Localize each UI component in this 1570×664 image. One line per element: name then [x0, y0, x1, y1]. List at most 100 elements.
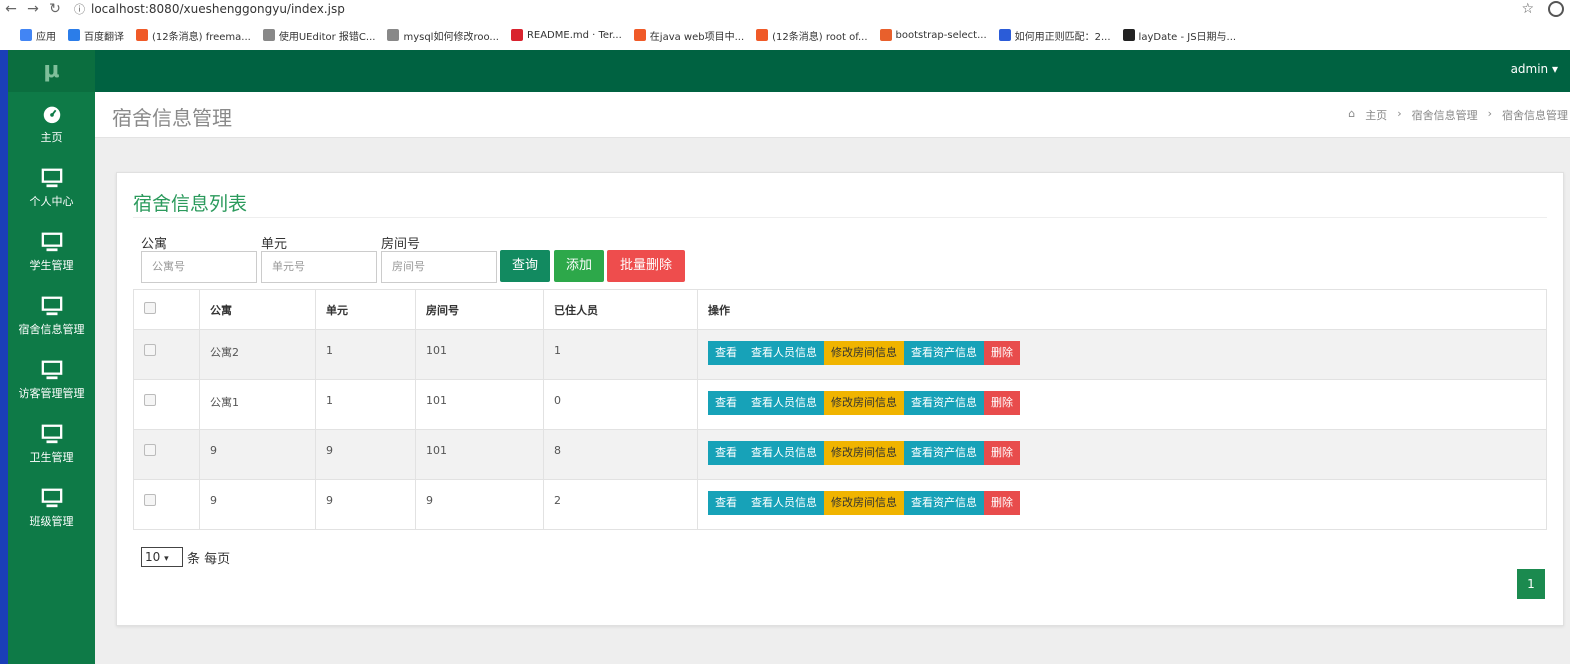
query-button[interactable]: 查询 [500, 250, 550, 282]
sidebar-item-dorms[interactable]: 宿舍信息管理 [8, 284, 95, 348]
view-assets-button[interactable]: 查看资产信息 [904, 491, 984, 515]
back-icon[interactable]: ← [0, 1, 22, 17]
page-size-select[interactable]: 10 ▾ [141, 547, 183, 567]
row-checkbox[interactable] [144, 444, 156, 456]
table-cell: 9 [315, 479, 416, 530]
view-assets-button[interactable]: 查看资产信息 [904, 391, 984, 415]
monitor-icon [41, 360, 62, 380]
bookmark-item[interactable]: mysql如何修改roo... [387, 28, 499, 43]
table-cell: 9 [199, 479, 316, 530]
column-header: 已住人员 [543, 289, 698, 330]
view-assets-button[interactable]: 查看资产信息 [904, 441, 984, 465]
column-header: 操作 [697, 289, 1547, 330]
sidebar-item-classes[interactable]: 班级管理 [8, 476, 95, 540]
table-cell: 公寓2 [199, 329, 316, 380]
bookmark-item[interactable]: 使用UEditor 报错C... [262, 28, 375, 43]
csdn-icon [756, 29, 769, 41]
table-cell: 9 [315, 429, 416, 480]
table-cell: 公寓1 [199, 379, 316, 430]
sidebar-item-students[interactable]: 学生管理 [8, 220, 95, 284]
bookmark-item[interactable]: bootstrap-select... [879, 29, 987, 41]
table-cell: 8 [543, 429, 698, 480]
sidebar-item-label: 卫生管理 [29, 451, 74, 464]
chevron-down-icon: ▾ [164, 554, 169, 564]
table-cell: 101 [415, 329, 544, 380]
view-residents-button[interactable]: 查看人员信息 [744, 491, 824, 515]
delete-button[interactable]: 删除 [984, 341, 1020, 365]
sidebar-item-hygiene[interactable]: 卫生管理 [8, 412, 95, 476]
bookmark-item[interactable]: 应用 [20, 28, 56, 43]
edit-room-button[interactable]: 修改房间信息 [824, 341, 904, 365]
batch-delete-button[interactable]: 批量删除 [607, 250, 685, 282]
breadcrumb-item[interactable]: 宿舍信息管理 [1412, 107, 1478, 123]
view-assets-button[interactable]: 查看资产信息 [904, 341, 984, 365]
bookmark-item[interactable]: README.md · Ter... [510, 29, 622, 41]
view-button[interactable]: 查看 [708, 441, 744, 465]
page-size-value: 10 [145, 550, 161, 564]
browser-toolbar: ← → ↻ ⓘ localhost:8080/xueshenggongyu/in… [0, 0, 1570, 18]
apps-icon [20, 29, 32, 41]
unit-input[interactable]: 单元号 [261, 251, 377, 283]
unit-label: 单元 [261, 237, 288, 252]
column-header: 公寓 [199, 289, 316, 330]
edit-room-button[interactable]: 修改房间信息 [824, 491, 904, 515]
sidebar-item-profile[interactable]: 个人中心 [8, 156, 95, 220]
checkbox-cell [133, 429, 200, 480]
edit-room-button[interactable]: 修改房间信息 [824, 441, 904, 465]
view-button[interactable]: 查看 [708, 391, 744, 415]
table-cell: 101 [415, 379, 544, 430]
bookmark-item[interactable]: (12条消息) root of... [756, 28, 868, 43]
bookmark-star-icon[interactable]: ☆ [1521, 1, 1534, 17]
table-row: 9 9 9 2 查看 查看人员信息 修改房间信息 查看资产信息 删除 [133, 479, 1547, 530]
sidebar-item-label: 个人中心 [29, 195, 74, 208]
select-all-checkbox[interactable] [144, 302, 156, 314]
breadcrumb-separator: › [1397, 107, 1402, 120]
home-icon: ⌂ [1348, 107, 1356, 120]
breadcrumb-home[interactable]: 主页 [1365, 107, 1387, 123]
row-checkbox[interactable] [144, 344, 156, 356]
sidebar-item-visitors[interactable]: 访客管理管理 [8, 348, 95, 412]
actions-cell: 查看 查看人员信息 修改房间信息 查看资产信息 删除 [697, 429, 1547, 480]
room-input[interactable]: 房间号 [381, 251, 497, 283]
delete-button[interactable]: 删除 [984, 491, 1020, 515]
view-button[interactable]: 查看 [708, 491, 744, 515]
jianshu-icon [879, 29, 892, 41]
apartment-input[interactable]: 公寓号 [141, 251, 257, 283]
actions-cell: 查看 查看人员信息 修改房间信息 查看资产信息 删除 [697, 479, 1547, 530]
bookmark-item[interactable]: layDate - JS日期与... [1122, 28, 1236, 43]
checkbox-cell [133, 329, 200, 380]
window-edge [0, 50, 8, 664]
view-residents-button[interactable]: 查看人员信息 [744, 391, 824, 415]
checkbox-cell [133, 379, 200, 430]
sidebar-item-home[interactable]: 主页 [8, 92, 95, 156]
add-button[interactable]: 添加 [554, 250, 604, 282]
edit-room-button[interactable]: 修改房间信息 [824, 391, 904, 415]
pagination-page[interactable]: 1 [1517, 569, 1545, 599]
row-checkbox[interactable] [144, 394, 156, 406]
view-residents-button[interactable]: 查看人员信息 [744, 341, 824, 365]
monitor-icon [41, 296, 62, 316]
bookmark-item[interactable]: 如何用正则匹配：2... [998, 28, 1111, 43]
reload-icon[interactable]: ↻ [44, 1, 66, 17]
delete-button[interactable]: 删除 [984, 441, 1020, 465]
sidebar: μ 主页 个人中心 学生管理 宿舍信息管理 访客管理管理 卫生管理 班级管理 [8, 50, 95, 664]
monitor-icon [41, 488, 62, 508]
forward-icon[interactable]: → [22, 1, 44, 17]
top-navbar: admin ▾ [95, 50, 1570, 92]
user-menu[interactable]: admin ▾ [1511, 62, 1558, 76]
monitor-icon [41, 424, 62, 444]
bookmark-item[interactable]: 在java web项目中... [633, 28, 744, 43]
bookmark-item[interactable]: (12条消息) freema... [136, 28, 251, 43]
view-button[interactable]: 查看 [708, 341, 744, 365]
row-checkbox[interactable] [144, 494, 156, 506]
address-bar[interactable]: ⓘ localhost:8080/xueshenggongyu/index.js… [74, 1, 345, 17]
view-residents-button[interactable]: 查看人员信息 [744, 441, 824, 465]
sidebar-item-label: 学生管理 [29, 259, 74, 272]
monitor-icon [41, 168, 62, 188]
table-header-row: 公寓 单元 房间号 已住人员 操作 [133, 289, 1547, 330]
profile-icon[interactable] [1548, 1, 1564, 17]
delete-button[interactable]: 删除 [984, 391, 1020, 415]
bookmark-item[interactable]: 百度翻译 [68, 28, 124, 43]
table-cell: 9 [415, 479, 544, 530]
room-label: 房间号 [381, 237, 421, 252]
